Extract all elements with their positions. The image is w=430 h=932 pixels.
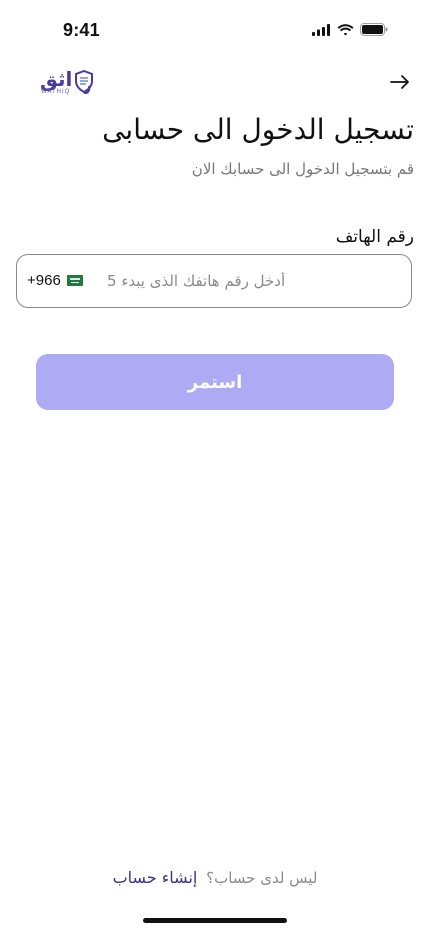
app-logo: اثق WATHIQ bbox=[40, 68, 100, 98]
country-code-selector[interactable]: +966 bbox=[27, 272, 83, 289]
signup-row: ليس لدى حساب؟ إنشاء حساب bbox=[0, 868, 430, 887]
logo-subtext: WATHIQ bbox=[41, 89, 71, 95]
status-bar: 9:41 bbox=[0, 0, 430, 60]
cellular-signal-icon bbox=[312, 23, 330, 36]
wifi-icon bbox=[337, 23, 354, 35]
page-title: تسجيل الدخول الى حسابى bbox=[102, 113, 414, 146]
top-bar: اثق WATHIQ bbox=[0, 60, 430, 104]
create-account-link[interactable]: إنشاء حساب bbox=[113, 868, 198, 887]
country-code: +966 bbox=[27, 272, 61, 289]
battery-icon bbox=[360, 23, 388, 36]
arrow-right-icon bbox=[390, 75, 409, 89]
phone-field[interactable]: +966 bbox=[16, 254, 412, 308]
status-time: 9:41 bbox=[63, 20, 100, 40]
saudi-flag-icon bbox=[66, 275, 83, 286]
status-icons bbox=[312, 23, 388, 36]
phone-input[interactable] bbox=[107, 255, 307, 307]
back-button[interactable] bbox=[388, 70, 412, 94]
signup-prompt: ليس لدى حساب؟ bbox=[206, 869, 318, 887]
home-indicator bbox=[143, 918, 287, 923]
continue-button[interactable]: استمر bbox=[36, 354, 394, 410]
shield-logo-icon bbox=[75, 70, 93, 94]
page-subtitle: قم بتسجيل الدخول الى حسابك الان bbox=[191, 160, 414, 178]
phone-field-label: رقم الهاتف bbox=[335, 227, 414, 247]
logo-text: اثق bbox=[40, 67, 73, 91]
